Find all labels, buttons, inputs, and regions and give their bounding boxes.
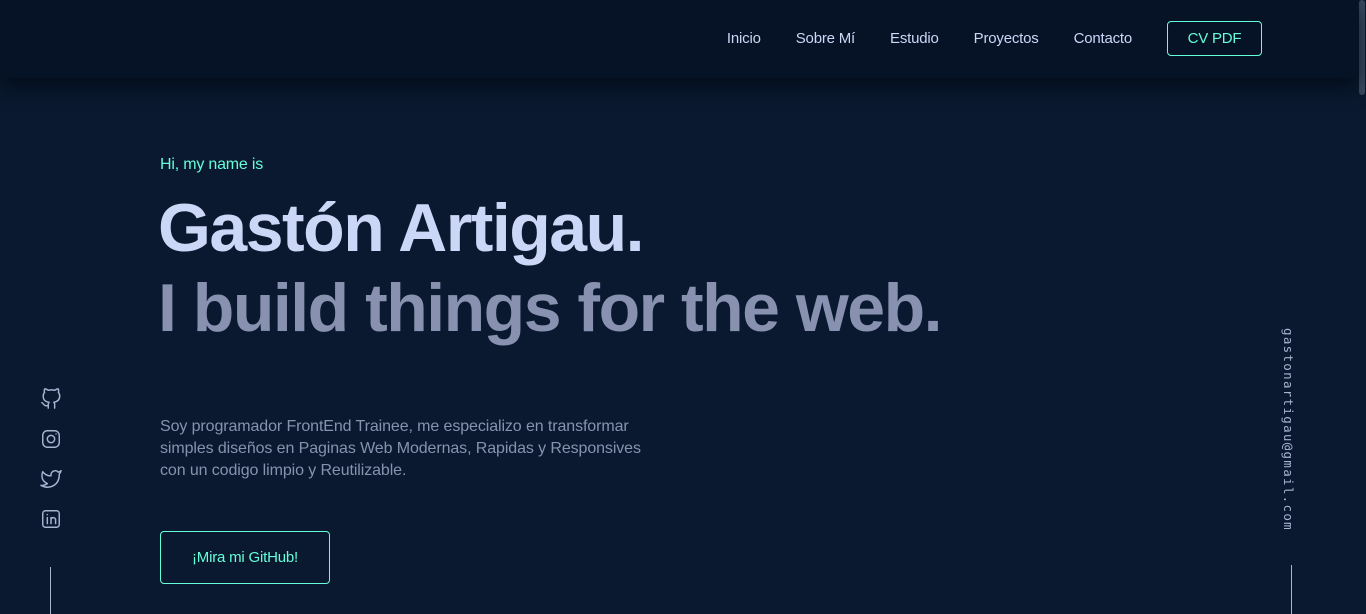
page: Inicio Sobre Mí Estudio Proyectos Contac…: [0, 0, 1366, 614]
nav-link-estudio[interactable]: Estudio: [890, 30, 939, 47]
instagram-icon[interactable]: [40, 428, 64, 452]
right-divider-line: [1291, 565, 1292, 614]
linkedin-icon[interactable]: [40, 508, 64, 532]
scrollbar-thumb[interactable]: [1359, 0, 1365, 95]
github-icon[interactable]: [40, 388, 64, 412]
hero-tagline: I build things for the web.: [158, 270, 943, 346]
nav-link-proyectos[interactable]: Proyectos: [974, 30, 1039, 47]
nav-link-inicio[interactable]: Inicio: [727, 30, 761, 47]
hero-name: Gastón Artigau.: [158, 190, 645, 266]
email-link[interactable]: gastonartigau@gmail.com: [1281, 328, 1296, 531]
github-button[interactable]: ¡Mira mi GitHub!: [160, 531, 330, 584]
left-divider-line: [50, 567, 51, 614]
main-nav: Inicio Sobre Mí Estudio Proyectos Contac…: [727, 21, 1262, 56]
social-links: [40, 388, 64, 548]
hero-description: Soy programador FrontEnd Trainee, me esp…: [160, 418, 641, 479]
header: Inicio Sobre Mí Estudio Proyectos Contac…: [0, 0, 1358, 78]
cv-pdf-button[interactable]: CV PDF: [1167, 21, 1262, 56]
nav-link-sobre-mi[interactable]: Sobre Mí: [796, 30, 855, 47]
hero-intro: Hi, my name is: [160, 156, 263, 173]
twitter-icon[interactable]: [40, 468, 64, 492]
scrollbar[interactable]: [1358, 0, 1366, 614]
nav-link-contacto[interactable]: Contacto: [1074, 30, 1133, 47]
